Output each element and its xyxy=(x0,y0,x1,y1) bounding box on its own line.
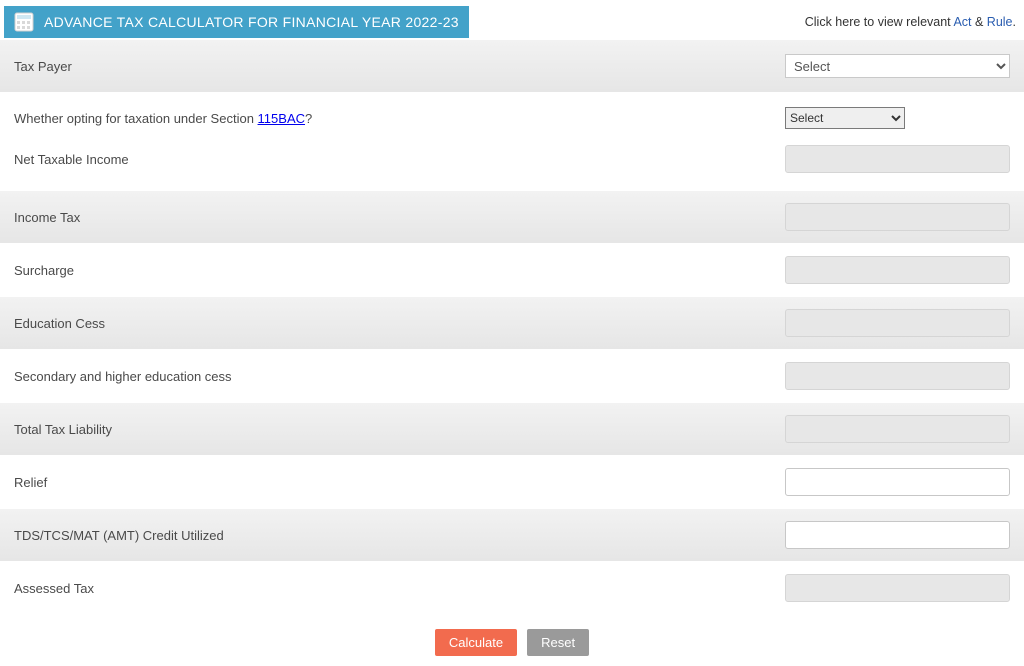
reset-button[interactable]: Reset xyxy=(527,629,589,656)
section-115bac-link[interactable]: 115BAC xyxy=(258,111,305,126)
total-tax-liability-field xyxy=(785,415,1010,443)
amp-text: & xyxy=(972,15,987,29)
calculator-icon xyxy=(14,12,34,32)
assessed-tax-label: Assessed Tax xyxy=(14,581,94,596)
net-taxable-income-row: Net Taxable Income xyxy=(0,137,1024,181)
tds-credit-input[interactable] xyxy=(785,521,1010,549)
section-115bac-prefix: Whether opting for taxation under Sectio… xyxy=(14,111,258,126)
secondary-cess-field xyxy=(785,362,1010,390)
section-115bac-label: Whether opting for taxation under Sectio… xyxy=(14,111,312,126)
page-title: ADVANCE TAX CALCULATOR FOR FINANCIAL YEA… xyxy=(44,14,459,30)
income-tax-field xyxy=(785,203,1010,231)
tds-credit-label: TDS/TCS/MAT (AMT) Credit Utilized xyxy=(14,528,224,543)
tax-payer-row: Tax Payer Select xyxy=(0,40,1024,93)
surcharge-row: Surcharge xyxy=(0,244,1024,297)
relevant-links: Click here to view relevant Act & Rule. xyxy=(805,15,1016,29)
income-tax-row: Income Tax xyxy=(0,191,1024,244)
tax-payer-label: Tax Payer xyxy=(14,59,72,74)
total-tax-liability-label: Total Tax Liability xyxy=(14,422,112,437)
secondary-cess-row: Secondary and higher education cess xyxy=(0,350,1024,403)
section-115bac-suffix: ? xyxy=(305,111,312,126)
period-text: . xyxy=(1013,15,1016,29)
tds-credit-row: TDS/TCS/MAT (AMT) Credit Utilized xyxy=(0,509,1024,562)
assessed-tax-field xyxy=(785,574,1010,602)
education-cess-label: Education Cess xyxy=(14,316,105,331)
net-taxable-income-label: Net Taxable Income xyxy=(14,152,129,167)
section-115bac-row: Whether opting for taxation under Sectio… xyxy=(0,99,1024,137)
rule-link[interactable]: Rule xyxy=(987,15,1013,29)
action-bar: Calculate Reset xyxy=(0,615,1024,666)
net-taxable-income-field xyxy=(785,145,1010,173)
assessed-tax-row: Assessed Tax xyxy=(0,562,1024,615)
relief-label: Relief xyxy=(14,475,47,490)
relevant-prefix: Click here to view relevant xyxy=(805,15,954,29)
education-cess-row: Education Cess xyxy=(0,297,1024,350)
section-115bac-select[interactable]: Select xyxy=(785,107,905,129)
section-and-income: Whether opting for taxation under Sectio… xyxy=(0,93,1024,191)
education-cess-field xyxy=(785,309,1010,337)
income-tax-label: Income Tax xyxy=(14,210,80,225)
tax-payer-select[interactable]: Select xyxy=(785,54,1010,78)
title-bar: ADVANCE TAX CALCULATOR FOR FINANCIAL YEA… xyxy=(4,6,469,38)
top-bar: ADVANCE TAX CALCULATOR FOR FINANCIAL YEA… xyxy=(0,0,1024,40)
relief-input[interactable] xyxy=(785,468,1010,496)
surcharge-label: Surcharge xyxy=(14,263,74,278)
act-link[interactable]: Act xyxy=(953,15,971,29)
total-tax-liability-row: Total Tax Liability xyxy=(0,403,1024,456)
surcharge-field xyxy=(785,256,1010,284)
secondary-cess-label: Secondary and higher education cess xyxy=(14,369,232,384)
relief-row: Relief xyxy=(0,456,1024,509)
calculate-button[interactable]: Calculate xyxy=(435,629,517,656)
